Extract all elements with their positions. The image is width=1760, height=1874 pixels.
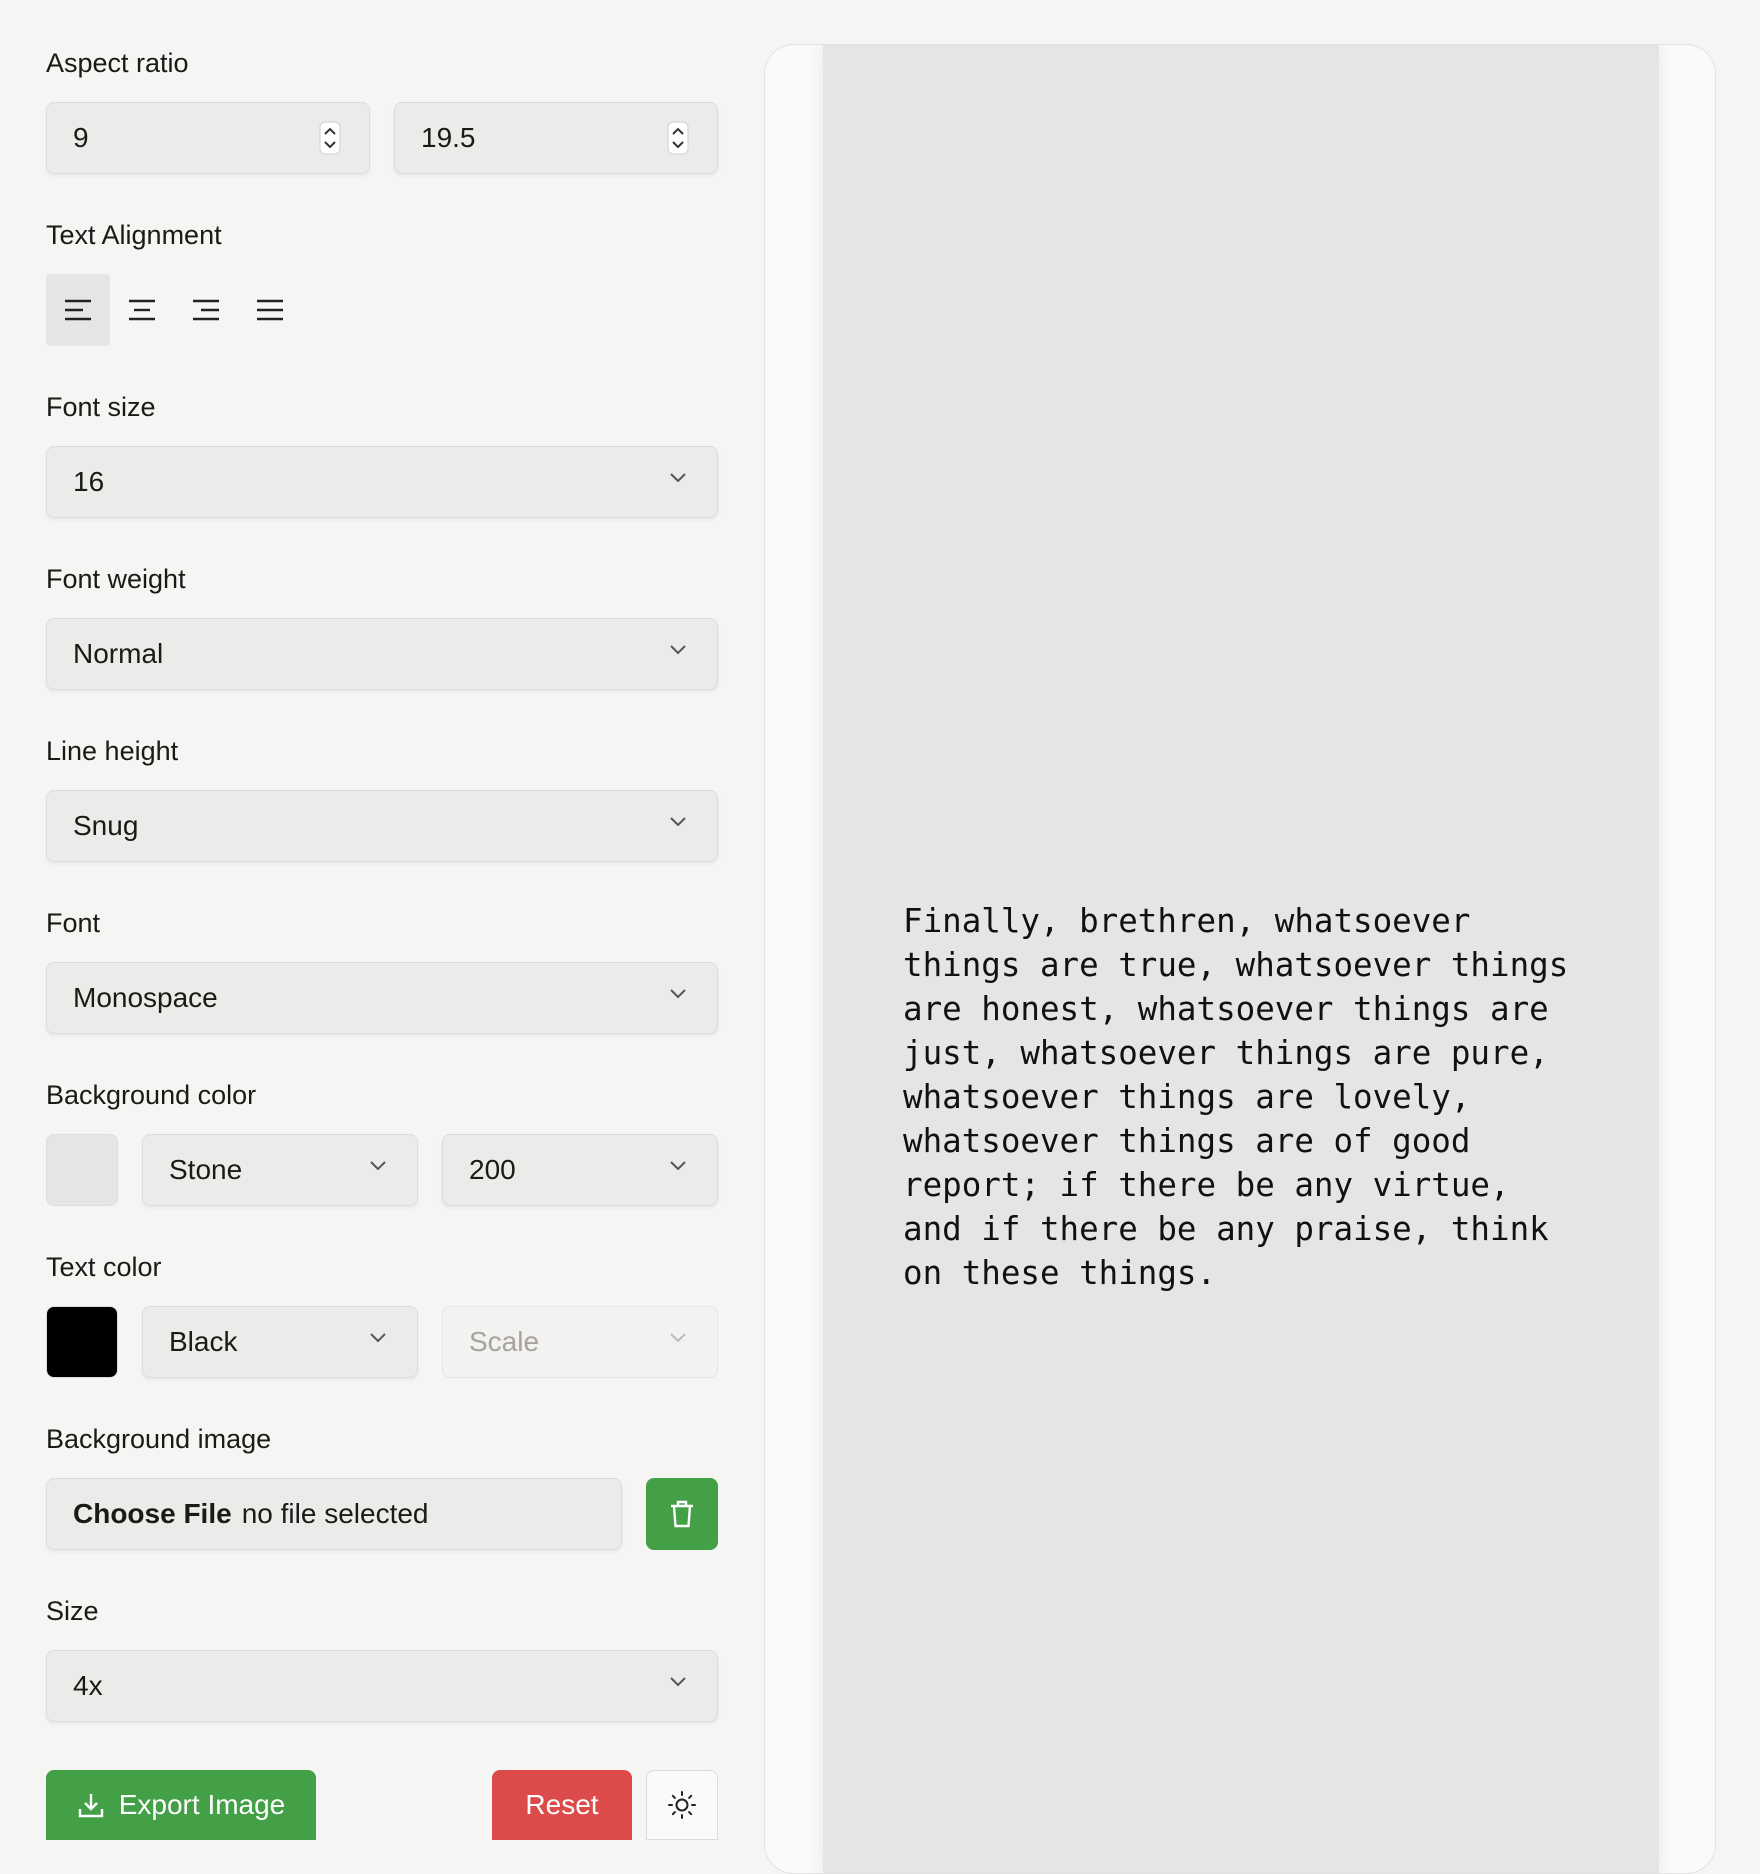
- align-center-button[interactable]: [110, 274, 174, 346]
- background-image-file-input[interactable]: Choose File no file selected: [46, 1478, 622, 1550]
- download-icon: [78, 1794, 103, 1818]
- remove-background-image-button[interactable]: [646, 1478, 718, 1550]
- size-label: Size: [46, 1596, 99, 1626]
- align-left-button[interactable]: [46, 274, 110, 346]
- font-size-label: Font size: [46, 392, 156, 422]
- background-image-label: Background image: [46, 1424, 272, 1454]
- text-color-label: Text color: [46, 1252, 162, 1282]
- aspect-height-input[interactable]: 19.5: [394, 102, 718, 174]
- align-left-icon: [65, 299, 91, 321]
- export-image-label: Export Image: [118, 1789, 286, 1820]
- line-height-value: Snug: [73, 810, 139, 841]
- size-value: 4x: [73, 1670, 103, 1701]
- chevron-down-icon: [370, 1161, 386, 1171]
- align-center-icon: [129, 299, 155, 321]
- preview-canvas: Finally, brethren, whatsoever things are…: [823, 45, 1659, 1873]
- align-right-button[interactable]: [174, 274, 238, 346]
- trash-icon: [671, 1500, 693, 1528]
- stepper-icon[interactable]: [319, 121, 341, 155]
- aspect-width-value: 9: [73, 122, 89, 153]
- chevron-down-icon: [670, 817, 686, 827]
- chevron-down-icon: [670, 1677, 686, 1687]
- chevron-down-icon: [670, 1161, 686, 1171]
- align-justify-icon: [257, 299, 283, 321]
- stepper-icon[interactable]: [667, 121, 689, 155]
- chevron-down-icon: [370, 1333, 386, 1343]
- aspect-height-value: 19.5: [421, 122, 476, 153]
- size-select[interactable]: 4x: [46, 1650, 718, 1722]
- chevron-down-icon: [670, 1333, 686, 1343]
- align-justify-button[interactable]: [238, 274, 302, 346]
- font-size-select[interactable]: 16: [46, 446, 718, 518]
- font-label: Font: [46, 908, 101, 938]
- background-color-family-select[interactable]: Stone: [142, 1134, 418, 1206]
- background-color-label: Background color: [46, 1080, 257, 1110]
- aspect-width-input[interactable]: 9: [46, 102, 370, 174]
- font-weight-label: Font weight: [46, 564, 186, 594]
- font-weight-value: Normal: [73, 638, 164, 669]
- preview-text: Finally, brethren, whatsoever things are…: [903, 902, 1569, 1292]
- line-height-select[interactable]: Snug: [46, 790, 718, 862]
- chevron-down-icon: [670, 473, 686, 483]
- text-color-swatch[interactable]: [46, 1306, 118, 1378]
- font-value: Monospace: [73, 982, 218, 1013]
- font-size-value: 16: [73, 466, 105, 497]
- font-weight-select[interactable]: Normal: [46, 618, 718, 690]
- font-select[interactable]: Monospace: [46, 962, 718, 1034]
- background-color-swatch[interactable]: [46, 1134, 118, 1206]
- sun-icon: [668, 1791, 696, 1819]
- reset-label: Reset: [525, 1789, 599, 1820]
- text-color-family-select[interactable]: Black: [142, 1306, 418, 1378]
- line-height-label: Line height: [46, 736, 179, 766]
- background-color-family-value: Stone: [169, 1154, 243, 1185]
- background-color-shade-value: 200: [469, 1154, 516, 1185]
- text-color-family-value: Black: [169, 1326, 238, 1357]
- align-right-icon: [193, 299, 219, 321]
- background-color-shade-select[interactable]: 200: [442, 1134, 718, 1206]
- aspect-ratio-label: Aspect ratio: [46, 48, 189, 78]
- choose-file-button[interactable]: Choose File: [73, 1498, 232, 1530]
- chevron-down-icon: [670, 645, 686, 655]
- preview-frame: Finally, brethren, whatsoever things are…: [764, 44, 1716, 1874]
- chevron-down-icon: [670, 989, 686, 999]
- file-status-text: no file selected: [241, 1498, 429, 1529]
- theme-toggle-button[interactable]: [646, 1770, 718, 1840]
- text-color-shade-select: Scale: [442, 1306, 718, 1378]
- text-color-shade-placeholder: Scale: [469, 1326, 540, 1357]
- text-alignment-label: Text Alignment: [46, 220, 222, 250]
- export-image-button[interactable]: Export Image: [46, 1770, 316, 1840]
- reset-button[interactable]: Reset: [492, 1770, 632, 1840]
